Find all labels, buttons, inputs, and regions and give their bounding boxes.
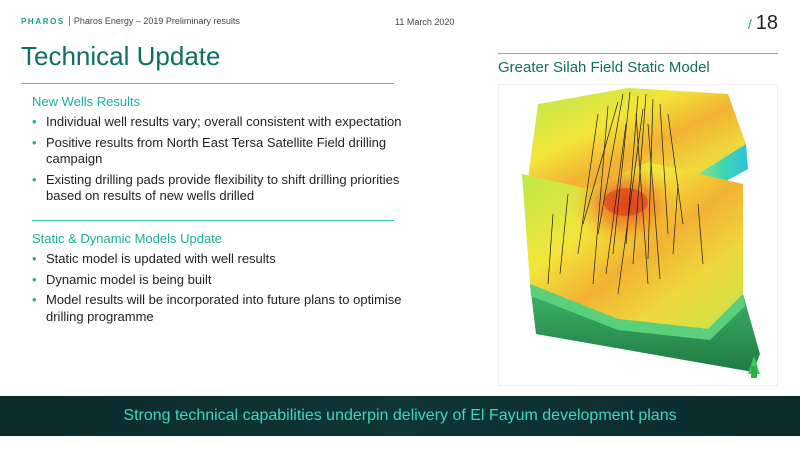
- bullet-text: Existing drilling pads provide flexibili…: [46, 171, 400, 204]
- image-title: Greater Silah Field Static Model: [498, 59, 710, 76]
- bullet-item: • Static model is updated with well resul…: [32, 251, 412, 268]
- section-heading: New Wells Results: [32, 94, 141, 109]
- title-divider: [21, 83, 394, 84]
- footer-banner: Strong technical capabilities underpin d…: [0, 396, 800, 436]
- north-arrow-shaft: [751, 366, 757, 378]
- presentation-date: 11 March 2020: [395, 17, 455, 27]
- section-models-update: Static & Dynamic Models Update • Static m…: [32, 231, 412, 329]
- bullet-icon: •: [32, 292, 37, 307]
- bullet-icon: •: [32, 114, 37, 129]
- page-number-block: / 18: [748, 12, 778, 35]
- company-logo: PHAROS: [21, 16, 65, 26]
- slide-header: PHAROS Pharos Energy – 2019 Preliminary …: [21, 14, 240, 28]
- page-slash-icon: /: [747, 16, 752, 32]
- bullet-item: • Model results will be incorporated into…: [32, 292, 412, 325]
- section-divider: [32, 220, 394, 221]
- bullet-icon: •: [32, 251, 37, 266]
- presentation-subtitle: Pharos Energy – 2019 Preliminary results: [73, 16, 240, 26]
- bullet-text: Individual well results vary; overall co…: [46, 114, 402, 129]
- bullet-icon: •: [32, 134, 37, 150]
- bullet-item: • Positive results from North East Tersa …: [32, 135, 412, 168]
- bullet-icon: •: [32, 171, 37, 187]
- section-heading: Static & Dynamic Models Update: [32, 231, 223, 246]
- header-divider: [68, 16, 70, 26]
- image-title-divider: [498, 53, 778, 54]
- bullet-text: Static model is updated with well result…: [46, 251, 276, 266]
- section-new-wells: New Wells Results • Individual well resul…: [32, 94, 412, 209]
- bullet-item: • Individual well results vary; overall c…: [32, 114, 412, 131]
- bullet-list: • Individual well results vary; overall c…: [32, 114, 412, 205]
- bullet-item: • Dynamic model is being built: [32, 272, 412, 289]
- bullet-text: Model results will be incorporated into …: [46, 292, 402, 324]
- field-static-model-image: [498, 84, 778, 386]
- page-number: 18: [755, 12, 778, 34]
- bullet-icon: •: [32, 271, 37, 287]
- bullet-list: • Static model is updated with well resul…: [32, 251, 412, 325]
- footer-message: Strong technical capabilities underpin d…: [123, 407, 677, 424]
- bullet-text: Positive results from North East Tersa S…: [46, 134, 387, 167]
- page-title: Technical Update: [21, 41, 221, 71]
- bullet-item: • Existing drilling pads provide flexibil…: [32, 172, 412, 205]
- bullet-text: Dynamic model is being built: [46, 271, 212, 287]
